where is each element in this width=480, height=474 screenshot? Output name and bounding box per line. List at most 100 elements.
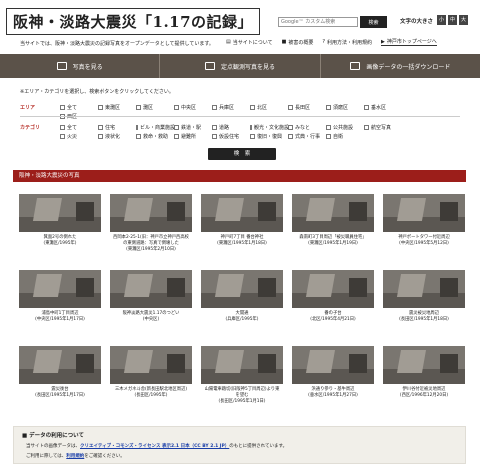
checkbox-box[interactable]: [174, 125, 179, 130]
checkbox-categories-10[interactable]: 液状化: [98, 133, 136, 140]
checkbox-categories-15[interactable]: 式典・行事: [288, 133, 326, 140]
photo-thumbnail[interactable]: [19, 270, 101, 308]
nav-bulk-download[interactable]: 画像データの一括ダウンロード: [321, 54, 480, 78]
photo-card[interactable]: 震災後台 (長田区/1995年1月17日): [18, 346, 102, 422]
checkbox-box[interactable]: [98, 105, 103, 110]
checkbox-categories-6[interactable]: みなと: [288, 124, 326, 131]
photo-thumbnail[interactable]: [383, 270, 465, 308]
photo-card[interactable]: 神戸ポートタワー付近周辺 (中央区/1995年5月12日): [382, 194, 466, 270]
checkbox-box[interactable]: [288, 134, 293, 139]
photo-thumbnail[interactable]: [292, 270, 374, 308]
site-title-text: 阪神・淡路大震災「1.17の記録」: [13, 13, 254, 31]
photo-thumbnail[interactable]: [201, 346, 283, 384]
checkbox-categories-2[interactable]: ビル・商業施設: [136, 124, 175, 131]
checkbox-box[interactable]: [212, 125, 217, 130]
checkbox-box[interactable]: [98, 134, 103, 139]
photo-card[interactable]: 震災被災地周辺 (長田区/1995年1月18日): [382, 270, 466, 346]
site-search-button[interactable]: 検索: [360, 16, 387, 28]
checkbox-box[interactable]: [288, 125, 293, 130]
photo-thumbnail[interactable]: [292, 194, 374, 232]
photo-card[interactable]: 森南町3丁目周辺「被災職員住宅」 (東灘区/1995年1月19日): [291, 194, 375, 270]
checkbox-areas-6[interactable]: 長田区: [288, 104, 326, 111]
checkbox-categories-12[interactable]: 避難所: [174, 133, 212, 140]
checkbox-areas-3[interactable]: 中央区: [174, 104, 212, 111]
photo-card[interactable]: 浦島中町1丁目周辺 (中央区/1995年1月17日): [18, 270, 102, 346]
checkbox-categories-3[interactable]: 鉄道・駅: [174, 124, 212, 131]
filter-search-button[interactable]: 検 索: [208, 148, 276, 160]
license-link[interactable]: クリエイティブ・コモンズ・ライセンス 表示2.1 日本（CC BY 2.1 JP…: [80, 444, 229, 449]
checkbox-categories-7[interactable]: 公共施設: [326, 124, 364, 131]
checkbox-box[interactable]: [212, 134, 217, 139]
checkbox-categories-14[interactable]: 復旧・復興: [250, 133, 288, 140]
checkbox-box[interactable]: [364, 125, 369, 130]
checkbox-categories-4[interactable]: 道路: [212, 124, 250, 131]
photo-thumbnail[interactable]: [110, 270, 192, 308]
photo-thumbnail[interactable]: [110, 346, 192, 384]
photo-card[interactable]: 阪神淡路大震災1.17のつどい (中央区): [109, 270, 193, 346]
photo-card[interactable]: 番の子台 (北区/1995年4月21日): [291, 270, 375, 346]
checkbox-areas-0[interactable]: 全て: [60, 104, 98, 111]
photo-card[interactable]: 神戸町7丁目 番台神社 (東灘区/1995年1月18日): [200, 194, 284, 270]
checkbox-box[interactable]: [136, 125, 138, 130]
photo-thumbnail[interactable]: [19, 346, 101, 384]
photo-thumbnail[interactable]: [110, 194, 192, 232]
font-size-small-button[interactable]: 小: [437, 15, 446, 25]
font-size-large-button[interactable]: 大: [459, 15, 468, 25]
checkbox-categories-16[interactable]: 自衛: [326, 133, 364, 140]
checkbox-areas-5[interactable]: 北区: [250, 104, 288, 111]
checkbox-categories-13[interactable]: 仮設住宅: [212, 133, 250, 140]
checkbox-categories-9[interactable]: 火災: [60, 133, 98, 140]
checkbox-box[interactable]: [288, 105, 293, 110]
nav-fixed-point[interactable]: 定点観測写真を見る: [160, 54, 321, 78]
photo-card[interactable]: 山陽電車踏切(旧阪神5丁目周辺)より東 を望む (長田区/1995年1月1日): [200, 346, 284, 422]
section-title: 阪神・淡路大震災の写真: [13, 170, 466, 182]
site-search-input[interactable]: [278, 17, 358, 27]
checkbox-box[interactable]: [174, 134, 179, 139]
checkbox-areas-1[interactable]: 東灘区: [98, 104, 136, 111]
photo-thumbnail[interactable]: [383, 346, 465, 384]
checkbox-box[interactable]: [60, 105, 65, 110]
about-link[interactable]: ▤ 当サイトについて: [226, 38, 273, 46]
checkbox-box[interactable]: [136, 105, 141, 110]
photo-card[interactable]: 大開通 (兵庫区/1995年): [200, 270, 284, 346]
checkbox-areas-2[interactable]: 灘区: [136, 104, 174, 111]
checkbox-categories-8[interactable]: 航空写真: [364, 124, 402, 131]
checkbox-box[interactable]: [326, 134, 331, 139]
photo-card[interactable]: 三木メガネ斗舎(新長田駅北地区周辺) (長田区/1995年): [109, 346, 193, 422]
photo-thumbnail[interactable]: [201, 270, 283, 308]
checkbox-box[interactable]: [136, 134, 141, 139]
checkbox-areas-8[interactable]: 垂水区: [364, 104, 402, 111]
checkbox-box[interactable]: [60, 125, 65, 130]
checkbox-box[interactable]: [60, 134, 65, 139]
checkbox-box[interactable]: [326, 105, 331, 110]
checkbox-box[interactable]: [174, 105, 179, 110]
checkbox-areas-4[interactable]: 兵庫区: [212, 104, 250, 111]
photo-thumbnail[interactable]: [292, 346, 374, 384]
terms-link[interactable]: 利用規約: [66, 454, 84, 459]
checkbox-areas-7[interactable]: 須磨区: [326, 104, 364, 111]
kobe-top-link[interactable]: ▶ 神戸市トップページへ: [381, 38, 437, 46]
photo-thumbnail[interactable]: [201, 194, 283, 232]
checkbox-box[interactable]: [250, 105, 255, 110]
photo-thumbnail[interactable]: [19, 194, 101, 232]
checkbox-box[interactable]: [212, 105, 217, 110]
photo-card[interactable]: 伊川谷付近被災地周辺 (西区/1996年12月20日): [382, 346, 466, 422]
checkbox-categories-5[interactable]: 観光・文化施設: [250, 124, 289, 131]
checkbox-box[interactable]: [250, 125, 252, 130]
font-size-medium-button[interactable]: 中: [448, 15, 457, 25]
site-title[interactable]: 阪神・淡路大震災「1.17の記録」: [6, 8, 261, 35]
photo-card[interactable]: 西岡本2-25-1(旧：神戸市立神戸西高校 の東側道路：写真で倒壊した (東灘区/1…: [109, 194, 193, 270]
photo-thumbnail[interactable]: [383, 194, 465, 232]
checkbox-box[interactable]: [98, 125, 103, 130]
checkbox-categories-0[interactable]: 全て: [60, 124, 98, 131]
usage-terms-link[interactable]: ? 利用方法・利用規約: [322, 38, 372, 46]
checkbox-box[interactable]: [326, 125, 331, 130]
damage-overview-link[interactable]: ■ 被害の概要: [282, 38, 314, 46]
checkbox-box[interactable]: [364, 105, 369, 110]
nav-photos[interactable]: 写真を見る: [0, 54, 161, 78]
checkbox-box[interactable]: [250, 134, 255, 139]
photo-card[interactable]: 浜通り参り・基牛周辺 (垂水区/1995年1月27日): [291, 346, 375, 422]
checkbox-categories-1[interactable]: 住宅: [98, 124, 136, 131]
photo-card[interactable]: 箕面2号の倒れた (東灘区/1995年): [18, 194, 102, 270]
checkbox-categories-11[interactable]: 救命・救助: [136, 133, 174, 140]
